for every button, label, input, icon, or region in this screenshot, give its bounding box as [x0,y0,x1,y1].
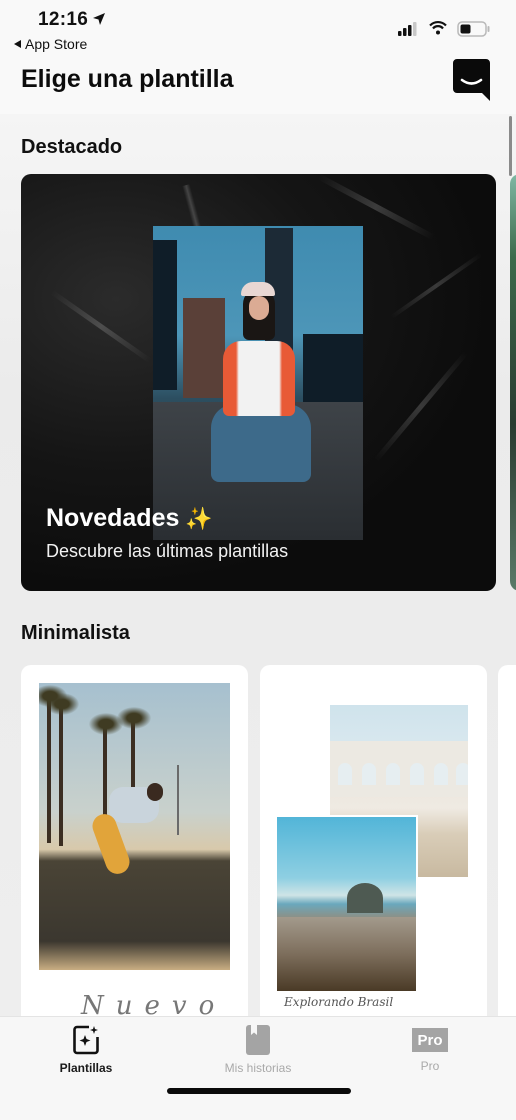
featured-card-novedades[interactable]: Novedades ✨ Descubre las últimas plantil… [21,174,496,591]
template-card-skate[interactable]: Nuevo Look [21,665,248,1016]
template-photo-rio [277,817,416,991]
tab-label-mis-historias: Mis historias [224,1061,292,1075]
section-title-minimalista: Minimalista [21,622,130,644]
template-card-next-peek[interactable] [498,665,516,1016]
battery-icon [457,21,490,37]
featured-title: Novedades ✨ [46,504,213,532]
template-caption-skate: Nuevo Look [81,991,227,1016]
fabric-fold [389,252,483,320]
chat-bubble-smile-icon[interactable] [453,59,490,101]
status-time: 12:16 [38,9,89,30]
cellular-signal-icon [398,22,417,36]
tab-plantillas[interactable]: Plantillas [16,1025,156,1075]
featured-card-next-peek[interactable] [510,174,516,591]
sparkles-icon: ✨ [185,505,213,531]
status-bar: 12:16 App Store [0,0,516,56]
template-photo-skate [39,683,230,970]
featured-photo-woman-city [153,226,363,540]
back-to-app-store-link[interactable]: App Store [14,36,87,52]
section-title-destacado: Destacado [21,136,123,158]
back-triangle-icon [14,40,21,48]
featured-subtitle: Descubre las últimas plantillas [46,541,289,561]
tab-label-plantillas: Plantillas [59,1061,113,1075]
tab-label-pro: Pro [420,1059,440,1073]
tab-pro[interactable]: Pro Pro [360,1025,500,1073]
fabric-fold [374,351,468,462]
template-list[interactable]: Destacado Novedades ✨ Descubre las últim… [0,114,516,1016]
location-arrow-icon [93,13,105,25]
bookmark-book-icon [246,1025,270,1055]
fabric-fold [50,290,152,363]
tab-bar: Plantillas Mis historias Pro Pro [0,1016,516,1120]
featured-text: Novedades ✨ Descubre las últimas plantil… [46,504,288,562]
tab-mis-historias[interactable]: Mis historias [188,1025,328,1075]
pro-badge-icon: Pro [412,1028,448,1052]
template-caption-brasil: Explorando Brasil [284,995,394,1009]
page-title: Elige una plantilla [21,65,234,93]
template-sparkle-icon [73,1025,99,1055]
screen: 12:16 App Store Elige una plantilla Dest… [0,0,516,1120]
wifi-icon [429,21,447,35]
header: Elige una plantilla [0,56,516,114]
back-app-label: App Store [25,36,88,52]
template-card-brasil[interactable]: Explorando Brasil [260,665,487,1016]
home-indicator[interactable] [167,1088,351,1094]
scroll-indicator[interactable] [509,116,512,176]
